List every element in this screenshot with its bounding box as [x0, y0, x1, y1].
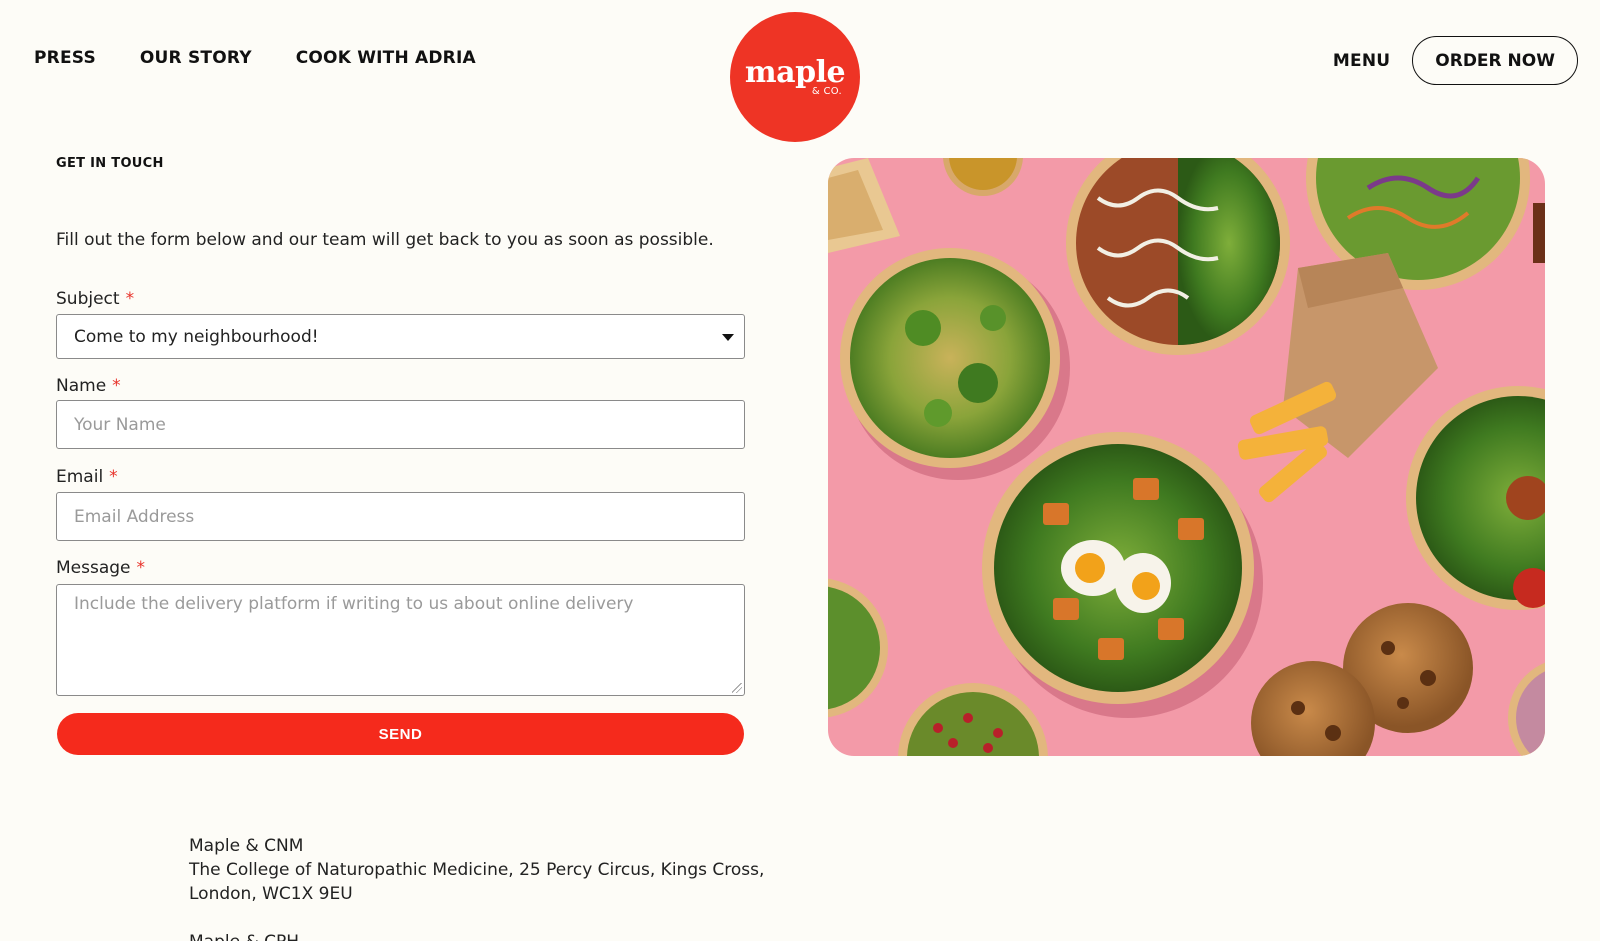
- maple-logo[interactable]: maple & CO.: [730, 12, 860, 142]
- location-1-address-line1: The College of Naturopathic Medicine, 25…: [189, 860, 765, 880]
- email-label-text: Email: [56, 467, 104, 487]
- logo-subtext: & CO.: [811, 85, 842, 97]
- name-field[interactable]: Your Name: [56, 400, 745, 449]
- form-intro: Fill out the form below and our team wil…: [56, 230, 714, 250]
- subject-selected-value: Come to my neighbourhood!: [74, 326, 319, 347]
- food-bowls-illustration: [828, 158, 1545, 756]
- location-1-address-line2: London, WC1X 9EU: [189, 884, 353, 904]
- logo-wordmark: maple: [744, 54, 846, 90]
- send-button[interactable]: SEND: [57, 713, 744, 755]
- nav-link-cook-with-adria[interactable]: COOK WITH ADRIA: [296, 48, 476, 68]
- section-eyebrow: GET IN TOUCH: [56, 156, 164, 171]
- required-asterisk: *: [125, 289, 135, 309]
- location-1-name: Maple & CNM: [189, 836, 304, 856]
- subject-label-text: Subject: [56, 289, 120, 309]
- email-field[interactable]: Email Address: [56, 492, 745, 541]
- required-asterisk: *: [109, 467, 118, 487]
- order-now-button[interactable]: ORDER NOW: [1412, 36, 1578, 85]
- message-label-text: Message: [56, 558, 131, 578]
- message-textarea[interactable]: Include the delivery platform if writing…: [56, 584, 745, 696]
- chevron-down-icon: [722, 333, 734, 341]
- resize-handle-icon[interactable]: [732, 683, 742, 693]
- name-placeholder: Your Name: [74, 414, 166, 435]
- nav-link-press[interactable]: PRESS: [34, 48, 96, 68]
- hero-food-image: [828, 158, 1545, 756]
- primary-nav: PRESS OUR STORY COOK WITH ADRIA: [34, 48, 476, 68]
- nav-link-menu[interactable]: MENU: [1333, 51, 1390, 71]
- secondary-nav: MENU ORDER NOW: [1333, 36, 1578, 85]
- location-2-name: Maple & CPH: [189, 930, 299, 941]
- email-placeholder: Email Address: [74, 506, 195, 527]
- name-label: Name *: [56, 376, 121, 396]
- nav-link-our-story[interactable]: OUR STORY: [140, 48, 252, 68]
- message-placeholder: Include the delivery platform if writing…: [74, 594, 634, 614]
- subject-label: Subject *: [56, 289, 134, 309]
- required-asterisk: *: [136, 558, 146, 578]
- subject-select[interactable]: Come to my neighbourhood!: [56, 314, 745, 359]
- name-label-text: Name: [56, 376, 107, 396]
- required-asterisk: *: [112, 376, 121, 396]
- email-label: Email *: [56, 467, 118, 487]
- message-label: Message *: [56, 558, 145, 578]
